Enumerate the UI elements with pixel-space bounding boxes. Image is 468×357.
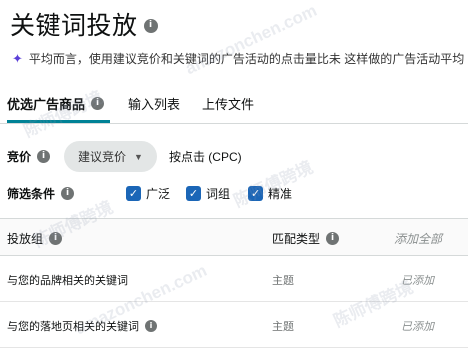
table-row: 与您的落地页相关的关键词 i 主题 已添加	[0, 302, 468, 348]
column-header-label: 匹配类型	[272, 232, 321, 246]
title-info-icon[interactable]: i	[143, 18, 158, 33]
page-title: 关键词投放	[10, 12, 138, 40]
bid-info-icon[interactable]: i	[37, 150, 51, 163]
bid-dropdown-value: 建议竞价	[78, 150, 127, 164]
sparkle-icon: ✦	[12, 50, 23, 66]
tab-suggested-products[interactable]: 优选广告商品 i	[7, 94, 105, 113]
group-info-icon[interactable]: i	[49, 232, 63, 245]
checkbox-label: 广泛	[146, 187, 171, 201]
suggestion-notice: ✦ 平均而言，使用建议竞价和关键词的广告活动的点击量比未 这样做的广告活动平均	[12, 50, 468, 67]
tab-info-icon[interactable]: i	[91, 97, 105, 110]
tab-upload-file[interactable]: 上传文件	[202, 94, 254, 113]
match-type-cell: 主题	[272, 275, 294, 287]
added-status: 已添加	[401, 321, 434, 333]
added-status: 已添加	[401, 275, 434, 287]
targeting-groups-table: 投放组 i 匹配类型 i 添加全部 与您的品牌相关的关键词 主题 已添加 与您的…	[0, 218, 468, 348]
column-header-label: 投放组	[7, 232, 44, 246]
checkmark-icon: ✓	[248, 186, 264, 201]
tab-label: 上传文件	[202, 97, 255, 112]
row-info-icon[interactable]: i	[145, 320, 157, 332]
checkbox-phrase[interactable]: ✓ 词组	[186, 185, 230, 202]
bid-type-dropdown[interactable]: 建议竞价 ▼	[64, 141, 157, 172]
watermark: amazonchen.com	[182, 0, 320, 79]
filter-row: 筛选条件 i ✓ 广泛 ✓ 词组 ✓ 精准	[7, 185, 292, 202]
table-row: 与您的品牌相关的关键词 主题 已添加	[0, 256, 468, 302]
bid-label: 竞价	[7, 150, 32, 164]
add-all-button[interactable]: 添加全部	[394, 230, 442, 247]
column-header-match-type: 匹配类型 i	[272, 230, 340, 247]
tab-enter-list[interactable]: 输入列表	[128, 94, 180, 113]
chevron-down-icon: ▼	[134, 151, 143, 162]
active-tab-indicator	[7, 120, 110, 123]
bid-description: 按点击 (CPC)	[168, 150, 242, 164]
column-header-group: 投放组 i	[7, 230, 63, 247]
match-type-info-icon[interactable]: i	[326, 232, 340, 245]
checkbox-broad[interactable]: ✓ 广泛	[126, 185, 170, 202]
checkbox-label: 词组	[206, 187, 231, 201]
group-cell: 与您的品牌相关的关键词	[7, 272, 128, 288]
filter-info-icon[interactable]: i	[61, 187, 75, 200]
group-cell: 与您的落地页相关的关键词 i	[7, 318, 157, 334]
group-name: 与您的品牌相关的关键词	[7, 275, 128, 287]
targeting-tabs: 优选广告商品 i 输入列表 上传文件	[0, 84, 468, 124]
notice-text: 平均而言，使用建议竞价和关键词的广告活动的点击量比未 这样做的广告活动平均	[28, 52, 465, 66]
watermark: 陈师傅跨境	[230, 157, 316, 211]
table-header: 投放组 i 匹配类型 i 添加全部	[0, 218, 468, 256]
match-type-cell: 主题	[272, 321, 294, 333]
bid-row: 竞价 i 建议竞价 ▼ 按点击 (CPC)	[7, 141, 242, 172]
tab-label: 输入列表	[128, 97, 181, 112]
checkbox-exact[interactable]: ✓ 精准	[248, 185, 292, 202]
checkmark-icon: ✓	[186, 186, 202, 201]
filter-label: 筛选条件	[7, 187, 56, 201]
tab-label: 优选广告商品	[7, 97, 86, 112]
page-header: 关键词投放 i	[10, 6, 158, 42]
checkmark-icon: ✓	[126, 186, 142, 201]
checkbox-label: 精准	[268, 187, 293, 201]
group-name: 与您的落地页相关的关键词	[7, 321, 139, 333]
